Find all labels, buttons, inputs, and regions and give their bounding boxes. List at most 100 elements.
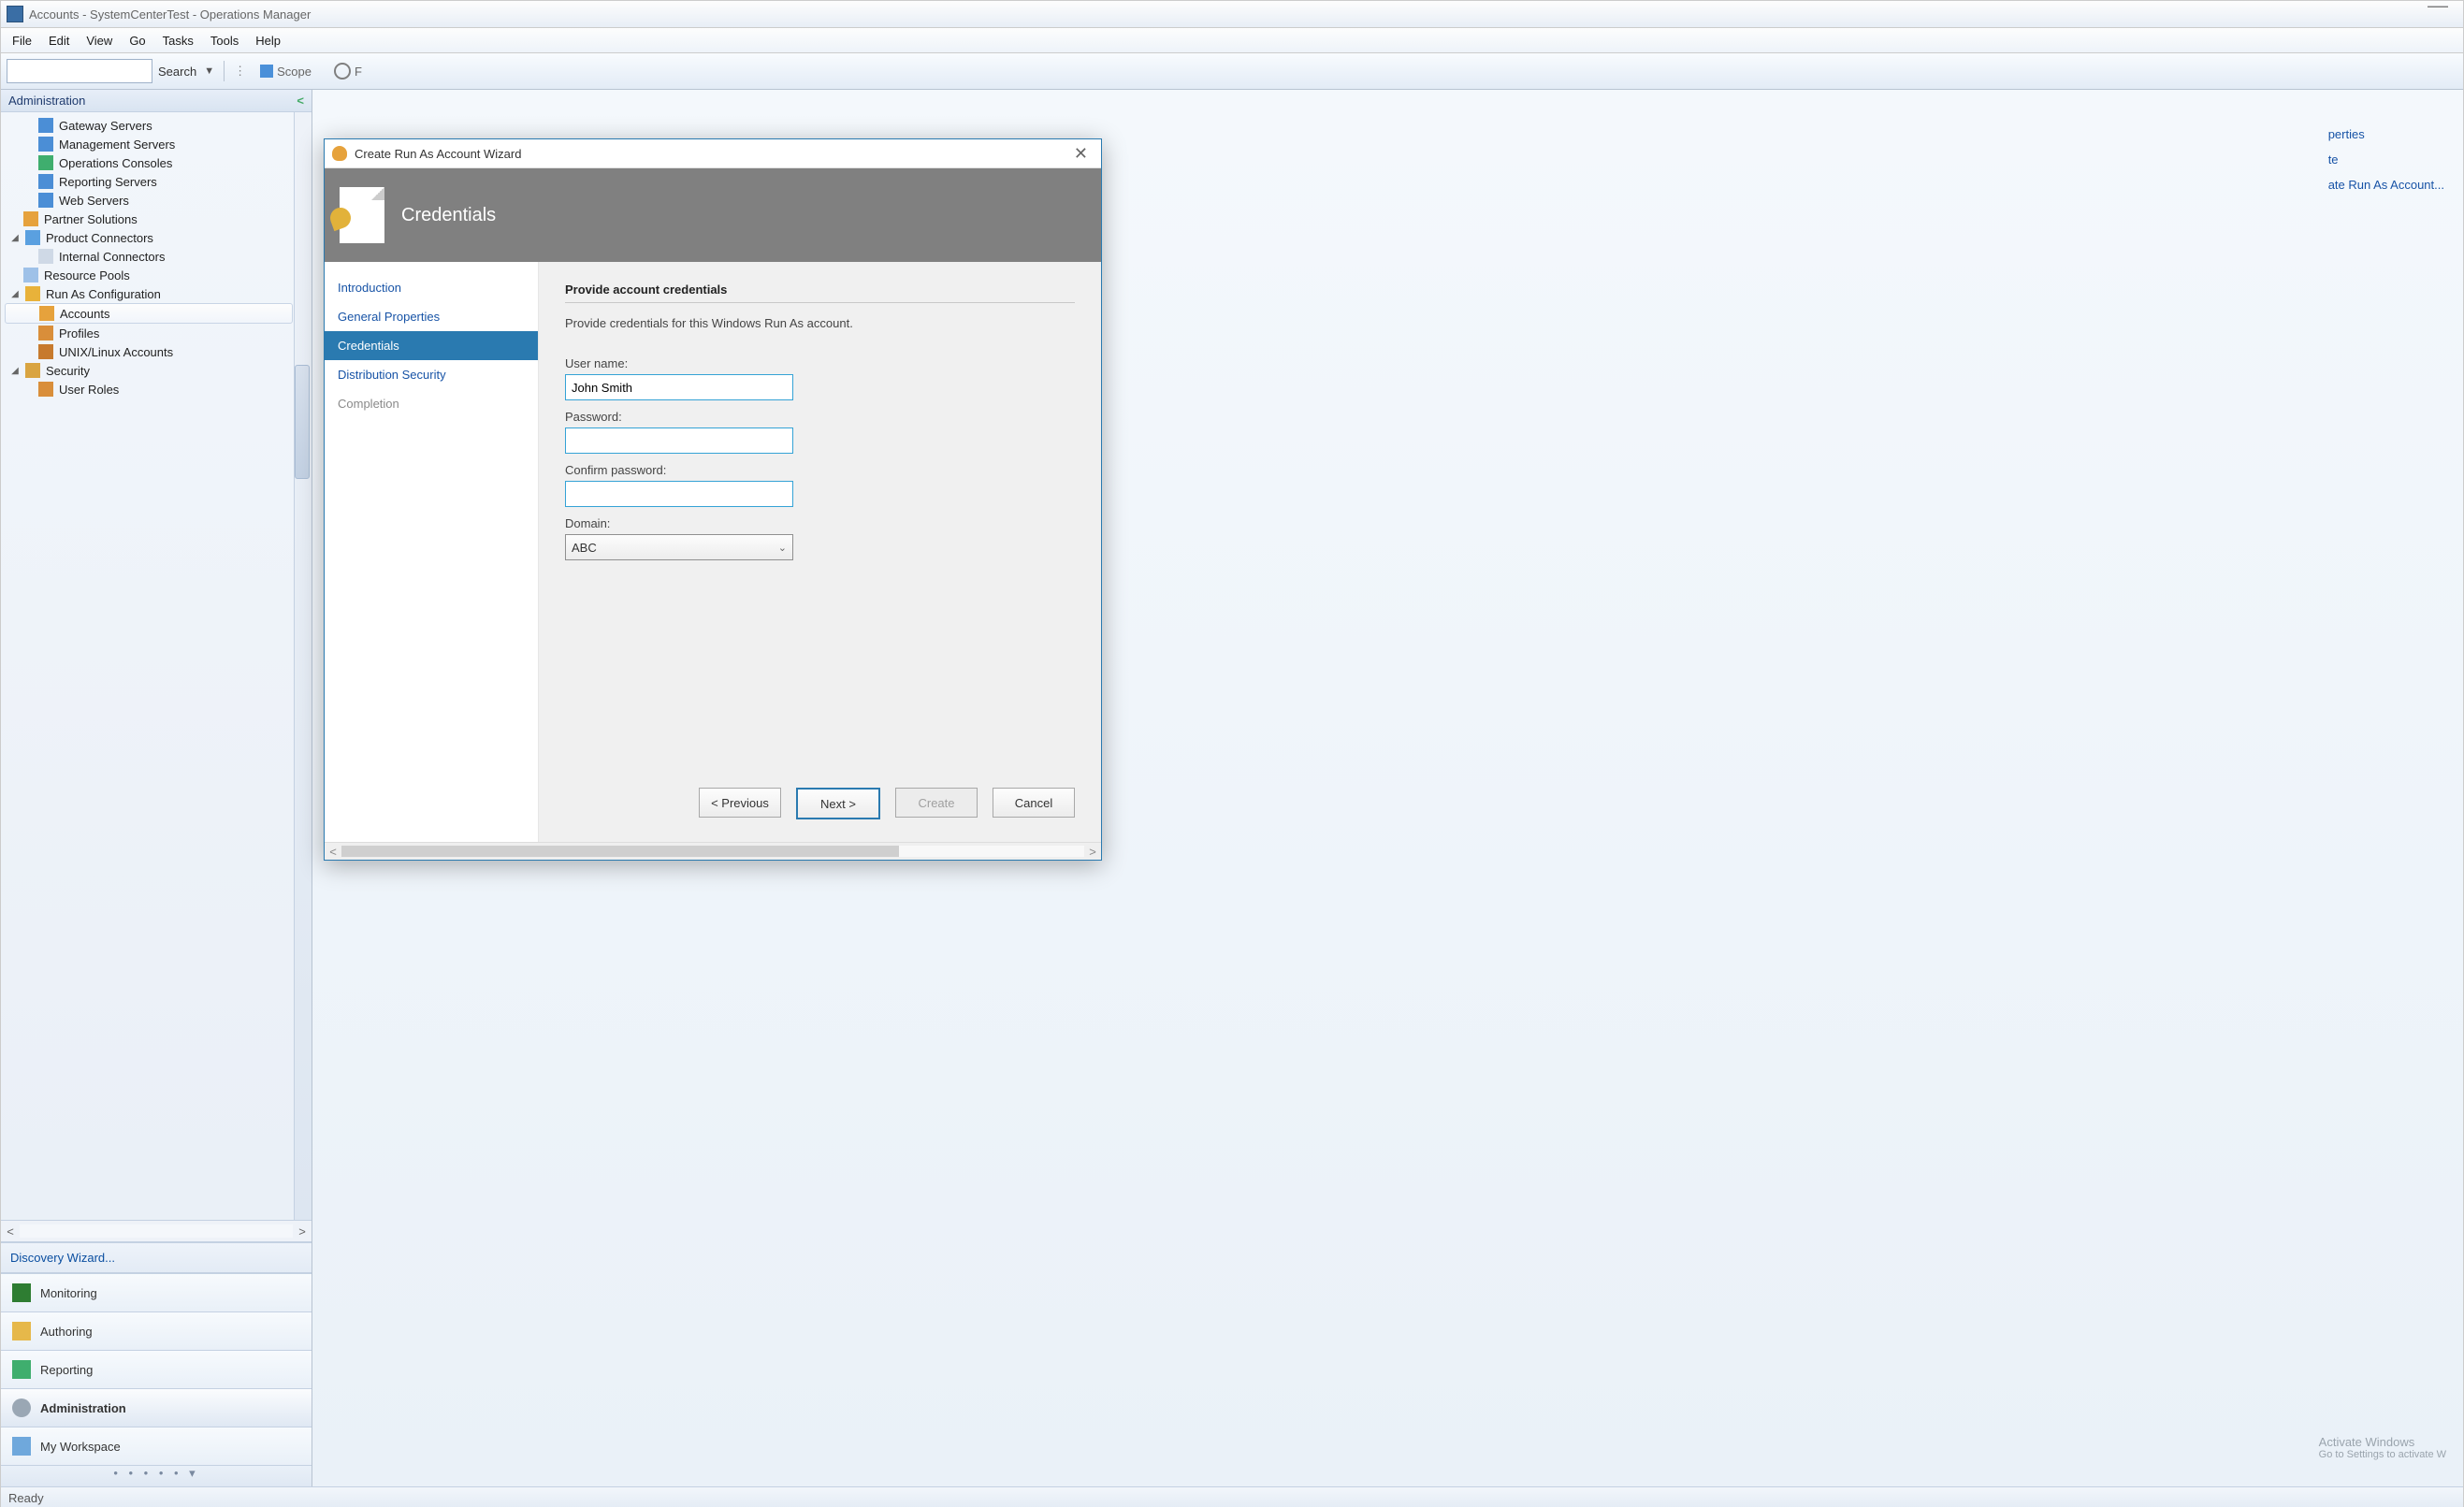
body: Administration < Gateway Servers Managem… (1, 90, 2463, 1486)
step-distribution-security[interactable]: Distribution Security (325, 360, 538, 389)
menu-go[interactable]: Go (122, 32, 152, 50)
app-icon (7, 6, 23, 22)
search-dropdown-icon[interactable]: ▼ (204, 65, 214, 77)
scope-icon (260, 65, 273, 78)
action-delete[interactable]: te (2328, 152, 2444, 167)
connector-icon (25, 230, 40, 245)
myworkspace-icon (12, 1437, 31, 1456)
scope-button[interactable]: Scope (252, 62, 320, 81)
wb-reporting[interactable]: Reporting (1, 1350, 312, 1388)
internal-icon (38, 249, 53, 264)
wb-label: My Workspace (40, 1440, 121, 1454)
wunderbar-grip[interactable]: • • • • • ▾ (1, 1465, 312, 1486)
wb-monitoring[interactable]: Monitoring (1, 1273, 312, 1311)
menu-file[interactable]: File (5, 32, 39, 50)
step-introduction[interactable]: Introduction (325, 273, 538, 302)
security-icon (25, 363, 40, 378)
menu-tools[interactable]: Tools (203, 32, 246, 50)
tree-security[interactable]: ◢ Security (5, 361, 312, 380)
dialog-close-button[interactable]: ✕ (1068, 144, 1094, 164)
collapse-icon[interactable]: ◢ (10, 366, 20, 375)
minimize-button[interactable]: — (2427, 3, 2449, 18)
tree-label: Internal Connectors (59, 250, 165, 264)
find-icon (334, 63, 351, 80)
scroll-track[interactable] (20, 1224, 293, 1238)
password-label: Password: (565, 410, 1075, 424)
domain-select[interactable]: ABC ⌄ (565, 534, 793, 560)
menu-edit[interactable]: Edit (41, 32, 77, 50)
wb-administration[interactable]: Administration (1, 1388, 312, 1427)
scroll-track[interactable] (341, 846, 1084, 857)
previous-button[interactable]: < Previous (699, 788, 781, 818)
password-input[interactable] (565, 427, 793, 454)
step-completion: Completion (325, 389, 538, 418)
create-button: Create (895, 788, 978, 818)
username-input[interactable] (565, 374, 793, 400)
tree-partner-solutions[interactable]: Partner Solutions (5, 210, 312, 228)
tree-label: User Roles (59, 383, 119, 397)
tree-hscroll[interactable]: < > (1, 1220, 312, 1242)
wunderbar: Monitoring Authoring Reporting Administr… (1, 1273, 312, 1486)
tree-label: Reporting Servers (59, 175, 157, 189)
tree-accounts[interactable]: Accounts (5, 303, 293, 324)
wb-myworkspace[interactable]: My Workspace (1, 1427, 312, 1465)
tree-label: Accounts (60, 307, 109, 321)
tree-label: Gateway Servers (59, 119, 152, 133)
collapse-icon[interactable]: ◢ (10, 289, 20, 298)
tree-runas-configuration[interactable]: ◢ Run As Configuration (5, 284, 312, 303)
step-general-properties[interactable]: General Properties (325, 302, 538, 331)
nav-collapse-icon[interactable]: < (297, 94, 304, 108)
menu-view[interactable]: View (79, 32, 120, 50)
scroll-right-icon[interactable]: > (1084, 845, 1101, 859)
scroll-left-icon[interactable]: < (1, 1224, 20, 1239)
tree-label: UNIX/Linux Accounts (59, 345, 173, 359)
tree-reporting-servers[interactable]: Reporting Servers (5, 172, 312, 191)
tree-unix-accounts[interactable]: UNIX/Linux Accounts (5, 342, 312, 361)
statusbar: Ready (1, 1486, 2463, 1507)
discovery-wizard-link[interactable]: Discovery Wizard... (1, 1242, 312, 1273)
action-create-runas[interactable]: ate Run As Account... (2328, 178, 2444, 192)
pool-icon (23, 268, 38, 283)
scroll-left-icon[interactable]: < (325, 845, 341, 859)
actions-pane-fragment: perties te ate Run As Account... (2328, 127, 2444, 192)
tree-internal-connectors[interactable]: Internal Connectors (5, 247, 312, 266)
search-input[interactable] (7, 59, 152, 83)
dialog-hscroll[interactable]: < > (325, 842, 1101, 860)
tree-operations-consoles[interactable]: Operations Consoles (5, 153, 312, 172)
tree-resource-pools[interactable]: Resource Pools (5, 266, 312, 284)
tree-web-servers[interactable]: Web Servers (5, 191, 312, 210)
tree-profiles[interactable]: Profiles (5, 324, 312, 342)
tree-scroll-thumb[interactable] (295, 365, 310, 479)
menu-help[interactable]: Help (248, 32, 288, 50)
scroll-right-icon[interactable]: > (293, 1224, 312, 1239)
unix-icon (38, 344, 53, 359)
menu-tasks[interactable]: Tasks (155, 32, 201, 50)
cancel-button[interactable]: Cancel (993, 788, 1075, 818)
spacer (565, 560, 1075, 782)
tree-user-roles[interactable]: User Roles (5, 380, 312, 398)
username-label: User name: (565, 356, 1075, 370)
action-properties[interactable]: perties (2328, 127, 2444, 141)
tree-label: Security (46, 364, 90, 378)
next-button[interactable]: Next > (796, 788, 880, 819)
server-icon (38, 174, 53, 189)
tree-label: Operations Consoles (59, 156, 172, 170)
server-icon (38, 193, 53, 208)
tree-gateway-servers[interactable]: Gateway Servers (5, 116, 312, 135)
window-title: Accounts - SystemCenterTest - Operations… (29, 7, 311, 22)
wb-authoring[interactable]: Authoring (1, 1311, 312, 1350)
scroll-thumb[interactable] (341, 846, 899, 857)
step-credentials[interactable]: Credentials (325, 331, 538, 360)
toolbar-overflow-icon[interactable]: ⋮ (234, 64, 246, 79)
find-button[interactable]: F (326, 60, 370, 82)
confirm-password-input[interactable] (565, 481, 793, 507)
tree-product-connectors[interactable]: ◢ Product Connectors (5, 228, 312, 247)
activate-line1: Activate Windows (2319, 1435, 2446, 1449)
tree-label: Partner Solutions (44, 212, 138, 226)
dialog-body: Introduction General Properties Credenti… (325, 262, 1101, 842)
wb-label: Administration (40, 1401, 126, 1415)
tree-management-servers[interactable]: Management Servers (5, 135, 312, 153)
confirm-password-label: Confirm password: (565, 463, 1075, 477)
account-icon (39, 306, 54, 321)
collapse-icon[interactable]: ◢ (10, 233, 20, 242)
